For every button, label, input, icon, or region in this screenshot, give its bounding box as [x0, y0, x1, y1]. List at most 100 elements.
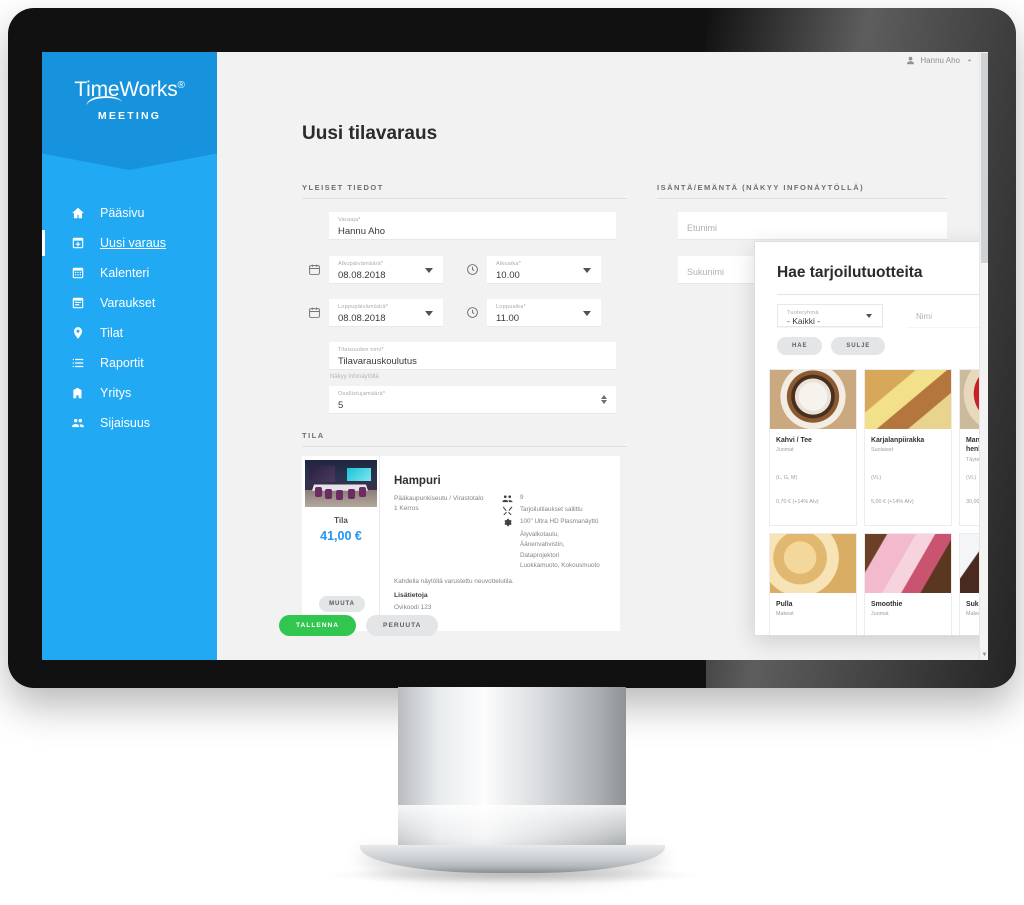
end-date-field[interactable]: Loppupäivämäärä* 08.08.2018: [329, 299, 443, 326]
brand-logo[interactable]: TimeWorks® MEETING: [42, 78, 217, 122]
sidebar-item-label: Varaukset: [100, 296, 156, 310]
room-extra-title: Lisätietoja: [394, 592, 428, 599]
sidebar-item-uusi-varaus[interactable]: Uusi varaus: [42, 228, 217, 258]
monitor-shadow: [330, 866, 700, 884]
product-group-select[interactable]: Tuoteryhmä - Kaikki -: [777, 304, 883, 327]
chevron-down-icon[interactable]: [583, 267, 591, 273]
map-pin-icon: [70, 325, 86, 341]
chevron-down-icon[interactable]: [425, 267, 433, 273]
scroll-down-icon[interactable]: ▼: [981, 652, 988, 658]
participants-field[interactable]: Osallistujamäärä* 5: [329, 386, 616, 413]
start-time-field[interactable]: Alkuaika* 10.00: [487, 256, 601, 283]
monitor-stand-neck: [398, 687, 626, 857]
sidebar-item-label: Raportit: [100, 356, 144, 370]
section-divider-general: [302, 198, 627, 199]
logo-text: TimeWorks®: [74, 78, 185, 111]
section-header-host: ISÄNTÄ/EMÄNTÄ (NÄKYY INFONÄYTÖLLÄ): [657, 183, 865, 192]
form-actions: TALLENNA PERUUTA: [279, 615, 439, 636]
clock-icon: [466, 263, 479, 276]
product-card[interactable]: Pulla Makeat (VL) 1,50 € (+14% Alv): [769, 533, 857, 635]
field-placeholder: Etunimi: [687, 223, 718, 233]
gear-icon: [502, 518, 513, 527]
product-card[interactable]: Karjalanpiirakka Suolaiset (VL) 5,00 € (…: [864, 369, 952, 526]
room-catering-row: Tarjoilutilaukset sallittu: [502, 506, 620, 516]
product-card[interactable]: Smoothie Juomat (L, G) 3,00 € (+14% Alv): [864, 533, 952, 635]
change-room-button[interactable]: MUUTA: [319, 596, 365, 612]
room-thumbnail: [305, 460, 377, 507]
booker-field[interactable]: Varaaja* Hannu Aho: [329, 212, 616, 239]
field-placeholder: Sukunimi: [687, 267, 725, 277]
product-card[interactable]: Kahvi / Tee Juomat (L, G, M) 0,70 € (+14…: [769, 369, 857, 526]
product-name: Pulla: [776, 601, 793, 608]
product-name-input[interactable]: Nimi: [907, 304, 988, 327]
sidebar-item-kalenteri[interactable]: Kalenteri: [42, 258, 217, 288]
field-label: Osallistujamäärä*: [338, 391, 386, 397]
room-name: Hampuri: [394, 475, 441, 487]
product-image: [770, 370, 856, 429]
sidebar-item-paasivu[interactable]: Pääsivu: [42, 198, 217, 228]
calendar-list-icon: [70, 295, 86, 311]
sidebar-item-sijaisuus[interactable]: Sijaisuus: [42, 408, 217, 438]
field-label: Loppupäivämäärä*: [338, 304, 389, 310]
event-name-field[interactable]: Tilaisuuden nimi* Tilavarauskoulutus: [329, 342, 616, 369]
room-location-line1: Pääkaupunkiseutu / Virastotalo: [394, 495, 484, 502]
logo-name: TimeWorks: [74, 78, 178, 101]
sidebar-item-varaukset[interactable]: Varaukset: [42, 288, 217, 318]
sidebar-item-label: Tilat: [100, 326, 124, 340]
field-value: 08.08.2018: [338, 270, 386, 281]
page-scrollbar[interactable]: ▼: [979, 52, 988, 660]
users-icon: [70, 415, 86, 431]
product-image: [865, 534, 951, 593]
search-button[interactable]: HAE: [777, 337, 823, 355]
close-dialog-button[interactable]: SULJE: [831, 337, 886, 355]
product-list-scroll[interactable]: Kahvi / Tee Juomat (L, G, M) 0,70 € (+14…: [755, 369, 988, 635]
room-equipment-2: Älyvalkotaulu,: [520, 531, 559, 538]
page-title: Uusi tilavaraus: [302, 123, 438, 144]
room-card[interactable]: Tila 41,00 € MUUTA Hampuri Pääkaupunkise…: [302, 456, 620, 631]
field-value: Tilavarauskoulutus: [338, 356, 417, 367]
save-button[interactable]: TALLENNA: [279, 615, 357, 636]
sidebar-item-tilat[interactable]: Tilat: [42, 318, 217, 348]
people-icon: [502, 494, 513, 503]
logo-subtitle: MEETING: [97, 110, 162, 122]
field-label: Varaaja*: [338, 217, 361, 223]
field-value: 10.00: [496, 270, 520, 281]
home-icon: [70, 205, 86, 221]
field-placeholder: Nimi: [916, 312, 932, 321]
field-value: 08.08.2018: [338, 313, 386, 324]
product-group: Makeat: [776, 611, 794, 618]
monitor-screen: TimeWorks® MEETING Pääsivu Uusi varaus K…: [42, 52, 988, 660]
chevron-down-icon[interactable]: [425, 310, 433, 316]
building-icon: [70, 385, 86, 401]
product-image: [865, 370, 951, 429]
product-diet: (L, G, M): [776, 475, 798, 481]
dialog-title: Hae tarjoilutuotteita: [777, 264, 923, 281]
section-header-general: YLEISET TIEDOT: [302, 183, 384, 192]
page-scrollbar-thumb[interactable]: [981, 53, 988, 263]
room-location-line2: 1 Kerros: [394, 505, 419, 513]
quantity-stepper[interactable]: [599, 394, 608, 406]
room-equipment-3: Äänenvahvistin,: [520, 541, 565, 549]
chevron-down-icon[interactable]: [866, 313, 872, 318]
topbar-user[interactable]: Hannu Aho: [906, 56, 974, 65]
chevron-down-icon[interactable]: [965, 56, 974, 65]
cutlery-icon: [502, 506, 513, 516]
cancel-button[interactable]: PERUUTA: [366, 615, 439, 636]
product-diet: (VL): [871, 475, 882, 481]
screenshot-scene: TimeWorks® MEETING Pääsivu Uusi varaus K…: [0, 0, 1024, 905]
product-price: 0,70 € (+14% Alv): [776, 499, 819, 505]
chevron-down-icon[interactable]: [583, 310, 591, 316]
product-group: Juomat: [776, 447, 794, 454]
calendar-icon: [70, 265, 86, 281]
product-name: Smoothie: [871, 601, 903, 608]
event-name-helper: Näkyy infonäytöllä: [330, 374, 379, 380]
host-firstname-field[interactable]: Etunimi: [678, 212, 947, 239]
application-window: TimeWorks® MEETING Pääsivu Uusi varaus K…: [42, 52, 988, 660]
end-time-field[interactable]: Loppuaika* 11.00: [487, 299, 601, 326]
sidebar-item-raportit[interactable]: Raportit: [42, 348, 217, 378]
start-date-field[interactable]: Alkupäivämäärä* 08.08.2018: [329, 256, 443, 283]
field-value: 5: [338, 400, 344, 411]
sidebar-item-yritys[interactable]: Yritys: [42, 378, 217, 408]
sidebar-item-label: Kalenteri: [100, 266, 150, 280]
room-price-label: Tila: [334, 516, 348, 525]
